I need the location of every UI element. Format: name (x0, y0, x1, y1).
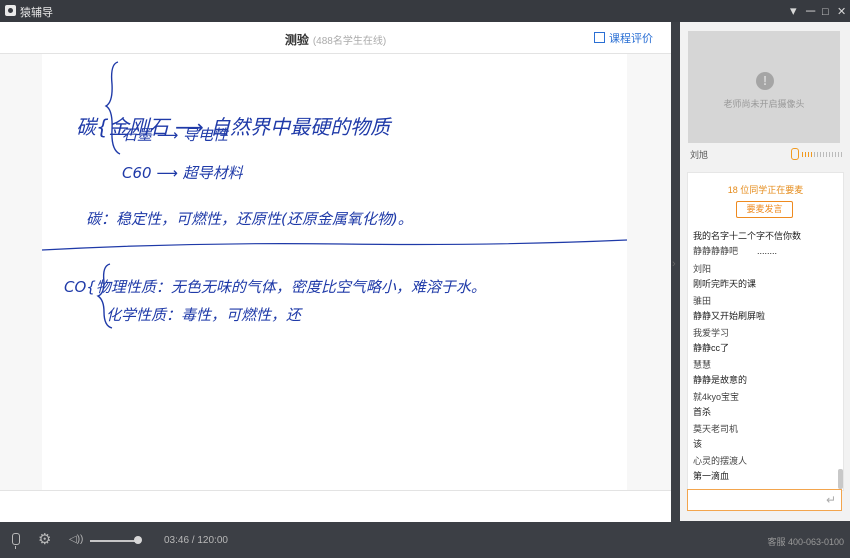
board-line-2: 石墨 ⟶ 导电性 (122, 126, 230, 144)
alert-icon: ! (756, 72, 774, 90)
maximize-icon[interactable]: □ (822, 4, 829, 20)
app-logo-icon (5, 5, 16, 16)
brace-mark (104, 61, 121, 155)
teacher-info: 刘旭 (690, 148, 842, 162)
message-author: 慧慧 (693, 360, 712, 370)
microphone-icon[interactable] (12, 533, 20, 549)
customer-service: 客服 400-063-0100 (767, 537, 844, 547)
list-item: 我的名字十二个字不信你数 (693, 229, 801, 244)
board-footer (0, 490, 671, 522)
lesson-name: 测验 (284, 33, 309, 47)
right-panel: ! 老师尚未开启摄像头 刘旭 18 位同学正在要麦 要麦发言 我的名字十二个字不… (680, 22, 850, 521)
microphone-icon (791, 148, 799, 160)
message-text: ........ (757, 246, 778, 256)
minimize-icon[interactable]: ─ (806, 3, 815, 19)
whiteboard-area: 测验 (488名学生在线) 课程评价 碳{金刚石 ⟶ 自然界中最硬的物质 石墨 ⟶… (0, 22, 671, 522)
message-author: 心灵的摆渡人 (693, 456, 748, 466)
message-text: 第一滴血 (693, 471, 730, 481)
message-text: 静静是故意的 (693, 375, 748, 385)
message-text: 我的名字十二个字不信你数 (693, 231, 802, 241)
chat-input[interactable]: ↵ (687, 489, 842, 511)
list-item: 静静静静吧 (693, 244, 738, 259)
list-item: 我爱学习 静静cc了 (693, 326, 729, 356)
edit-icon (594, 32, 605, 43)
message-text: 静静又开始刷屏啦 (693, 311, 766, 321)
gear-icon[interactable]: ⚙ (38, 532, 51, 548)
online-count: (488名学生在线) (312, 36, 387, 47)
request-mic-button[interactable]: 要麦发言 (736, 201, 793, 218)
divider-stroke (42, 239, 627, 251)
speaking-count: 18 (727, 185, 738, 195)
list-item: 慧慧 静静是故意的 (693, 358, 747, 388)
handwriting-canvas: 碳{金刚石 ⟶ 自然界中最硬的物质 石墨 ⟶ 导电性 C60 ⟶ 超导材料 碳：… (42, 61, 627, 329)
speaking-notice: 18 位同学正在要麦 (688, 183, 843, 196)
title-bar: 猿辅导 ▾ ─ □ ✕ (0, 0, 850, 22)
whiteboard: 碳{金刚石 ⟶ 自然界中最硬的物质 石墨 ⟶ 导电性 C60 ⟶ 超导材料 碳：… (42, 54, 627, 490)
rate-course-button[interactable]: 课程评价 (594, 30, 653, 46)
board-line-4: 碳：稳定性，可燃性，还原性(还原金属氧化物)。 (86, 210, 413, 228)
chat-scrollbar[interactable] (838, 469, 843, 489)
volume-handle[interactable] (134, 536, 142, 544)
bottom-toolbar: ⚙ ◁)) 03:46 / 120:00 客服 400-063-0100 (0, 522, 850, 558)
enter-icon[interactable]: ↵ (826, 493, 836, 507)
audio-level-meter (802, 152, 842, 157)
message-text: 刚听完昨天的课 (693, 279, 757, 289)
list-item: 就4kyo宝宝 首杀 (693, 390, 739, 420)
list-item: 莫天老司机 该 (693, 422, 738, 452)
speaker-icon[interactable]: ◁)) (69, 534, 83, 545)
app-title: 猿辅导 (20, 7, 53, 19)
list-item: ........ (757, 244, 777, 259)
message-author: 骓田 (693, 296, 712, 306)
board-line-5: CO{物理性质：无色无味的气体，密度比空气略小，难溶于水。 (64, 278, 486, 296)
message-text: 静静cc了 (693, 343, 730, 353)
board-line-3: C60 ⟶ 超导材料 (122, 164, 244, 182)
chat-panel: 18 位同学正在要麦 要麦发言 我的名字十二个字不信你数 静静静静吧 .....… (687, 172, 844, 491)
close-icon[interactable]: ✕ (837, 4, 846, 20)
volume-slider[interactable] (90, 540, 138, 542)
playback-time: 03:46 / 120:00 (164, 535, 228, 546)
menu-icon[interactable]: ▾ (790, 3, 797, 19)
message-author: 刘阳 (693, 264, 712, 274)
page-title: 测验 (488名学生在线) (0, 31, 671, 48)
message-text: 该 (693, 439, 703, 449)
message-text: 首杀 (693, 407, 712, 417)
board-line-6: 化学性质：毒性，可燃性，还 (106, 306, 303, 324)
message-author: 静静静静吧 (693, 246, 739, 256)
message-author: 就4kyo宝宝 (693, 392, 740, 402)
lesson-header: 测验 (488名学生在线) 课程评价 (0, 22, 671, 54)
teacher-camera: ! 老师尚未开启摄像头 (688, 31, 840, 143)
teacher-name: 刘旭 (690, 150, 709, 160)
message-author: 莫天老司机 (693, 424, 739, 434)
list-item: 心灵的摆渡人 第一滴血 (693, 454, 747, 484)
rate-course-label: 课程评价 (609, 33, 653, 45)
chevron-right-icon[interactable]: › (672, 258, 676, 270)
list-item: 刘阳 刚听完昨天的课 (693, 262, 756, 292)
chat-messages[interactable]: 我的名字十二个字不信你数 静静静静吧 ........ 刘阳 刚听完昨天的课 骓… (693, 224, 833, 490)
speaking-text: 位同学正在要麦 (740, 185, 804, 195)
message-author: 我爱学习 (693, 328, 730, 338)
camera-notice: 老师尚未开启摄像头 (723, 99, 805, 109)
list-item: 骓田 静静又开始刷屏啦 (693, 294, 765, 324)
